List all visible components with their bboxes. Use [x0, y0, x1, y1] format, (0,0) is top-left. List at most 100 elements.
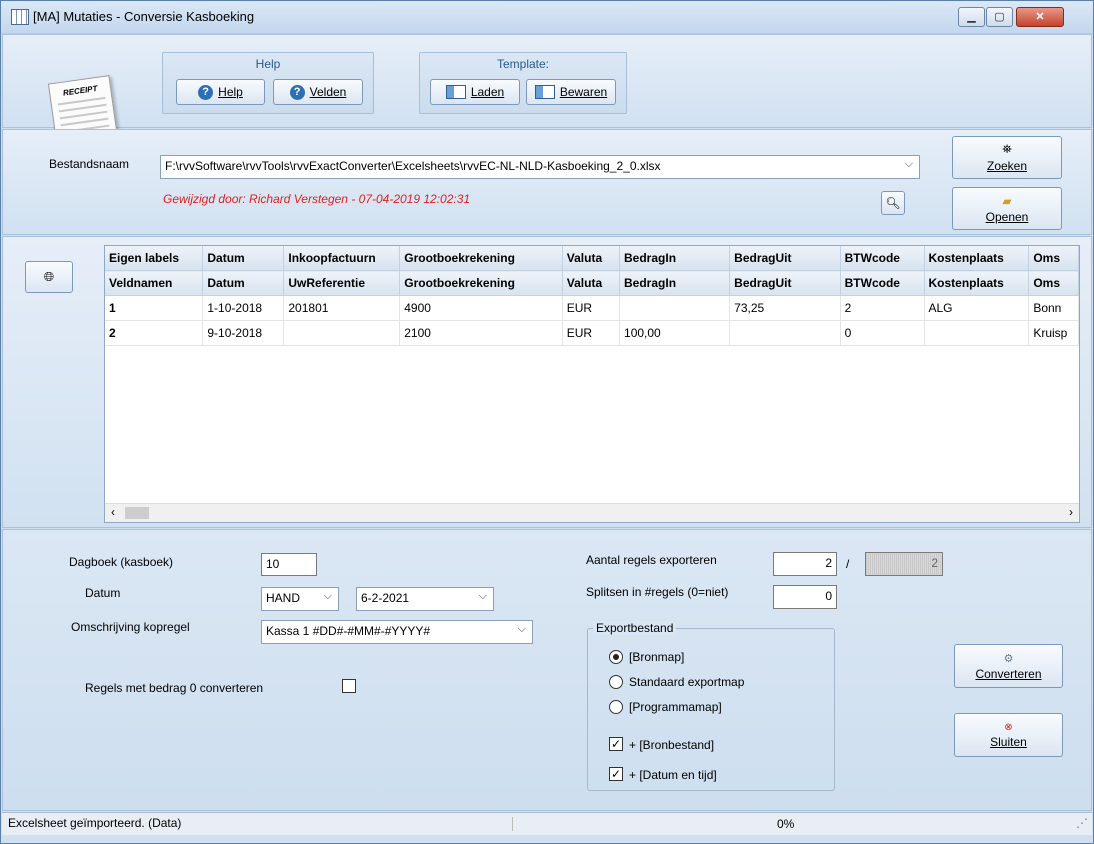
grid-app-icon	[11, 9, 29, 25]
datum-value: 6-2-2021	[361, 591, 410, 605]
grid-cell[interactable]: 201801	[283, 295, 401, 321]
omschrijving-combo[interactable]: Kassa 1 #DD#-#MM#-#YYYY# ⌵	[261, 620, 533, 644]
chevron-down-icon[interactable]: ⌵	[324, 590, 332, 603]
radio-bronmap-label: [Bronmap]	[629, 650, 685, 664]
grid-cell[interactable]: 2	[840, 295, 925, 321]
radio-bronmap[interactable]	[609, 650, 623, 664]
regels-nul-label: Regels met bedrag 0 converteren	[85, 681, 264, 695]
radio-standaard-exportmap[interactable]	[609, 675, 623, 689]
file-path-value: F:\rvvSoftware\rvvTools\rvvExactConverte…	[165, 159, 661, 173]
file-path-combo[interactable]: F:\rvvSoftware\rvvTools\rvvExactConverte…	[160, 155, 920, 179]
dagboek-input[interactable]: 10	[261, 553, 317, 576]
question-icon: ?	[198, 84, 214, 100]
window-title: [MA] Mutaties - Conversie Kasboeking	[33, 9, 255, 24]
minimize-button[interactable]: ▁	[958, 7, 985, 27]
grid-cell[interactable]: 73,25	[729, 295, 841, 321]
labels-toggle-button[interactable]: 🌐︎	[25, 261, 73, 293]
omschrijving-value: Kassa 1 #DD#-#MM#-#YYYY#	[266, 624, 431, 638]
data-grid[interactable]: Eigen labels Datum Inkoopfactuurn Grootb…	[104, 245, 1080, 523]
chevron-right-icon[interactable]: ›	[1069, 505, 1073, 519]
progress-bar: 0%	[512, 817, 1073, 831]
splitsen-input[interactable]: 0	[773, 585, 837, 609]
grid-cell[interactable]: 1-10-2018	[202, 295, 285, 321]
bewaren-button-label: Bewaren	[559, 85, 608, 99]
laden-button-label: Laden	[470, 85, 505, 99]
zoeken-button[interactable]: ⛯ Zoeken	[952, 136, 1062, 179]
grid-header-cell: BedragIn	[619, 270, 731, 296]
template-group: Template: Laden Bewaren	[419, 52, 627, 114]
question-icon: ?	[289, 84, 305, 100]
grid-cell[interactable]: EUR	[562, 320, 621, 346]
regels-nul-checkbox[interactable]	[342, 679, 356, 693]
convert-gear-icon: ⚙	[1003, 652, 1014, 665]
help-button[interactable]: ? Help	[176, 79, 265, 105]
check-bronbestand-label: + [Bronbestand]	[629, 738, 715, 752]
grid-cell[interactable]: 9-10-2018	[202, 320, 285, 346]
grid-cell[interactable]: 2100	[399, 320, 563, 346]
openen-button[interactable]: ▰ Openen	[952, 187, 1062, 230]
converteren-button[interactable]: ⚙ Converteren	[954, 644, 1063, 688]
grid-header-cell: Kostenplaats	[924, 246, 1030, 271]
grid-cell[interactable]	[729, 320, 841, 346]
bewaren-button[interactable]: Bewaren	[526, 79, 616, 105]
close-doc-icon: ⊗	[1004, 721, 1013, 733]
velden-button-label: Velden	[309, 85, 347, 99]
grid-cell[interactable]	[619, 295, 731, 321]
grid-header-cell: BTWcode	[840, 246, 925, 271]
scrollbar-thumb[interactable]	[125, 507, 149, 519]
maximize-button[interactable]: ▢	[986, 7, 1013, 27]
aantal-input[interactable]: 2	[773, 552, 837, 576]
grid-header-cell: Valuta	[562, 246, 621, 271]
horizontal-scrollbar[interactable]: ‹ ›	[105, 503, 1079, 522]
laden-button[interactable]: Laden	[430, 79, 520, 105]
folder-icon: ▰	[1002, 193, 1012, 208]
close-button[interactable]: ✕	[1016, 7, 1064, 27]
help-group-title: Help	[255, 57, 281, 71]
grid-header-cell: Oms	[1028, 246, 1079, 271]
grid-cell[interactable]: 4900	[399, 295, 563, 321]
main-window: [MA] Mutaties - Conversie Kasboeking ▁ ▢…	[0, 0, 1094, 844]
radio-programmamap-label: [Programmamap]	[629, 700, 722, 714]
velden-button[interactable]: ? Velden	[273, 79, 363, 105]
chevron-down-icon[interactable]: ⌵	[518, 623, 526, 636]
grid-header-cell: Kostenplaats	[924, 270, 1030, 296]
datum-mode-select[interactable]: HAND ⌵	[261, 587, 339, 611]
grid-cell[interactable]: 0	[840, 320, 925, 346]
preview-button[interactable]: 🔍︎	[881, 191, 905, 215]
grid-cell[interactable]	[924, 320, 1030, 346]
grid-cell[interactable]: Bonn	[1028, 295, 1079, 321]
grid-cell[interactable]: EUR	[562, 295, 621, 321]
globe-abc-icon: 🌐︎	[43, 269, 55, 284]
chevron-down-icon[interactable]: ⌵	[905, 158, 913, 171]
radio-programmamap[interactable]	[609, 700, 623, 714]
check-bronbestand[interactable]: ✓	[609, 737, 623, 751]
table-row[interactable]: 2 9-10-2018 2100 EUR 100,00 0 Kruisp	[105, 320, 1079, 346]
status-message: Excelsheet geïmporteerd. (Data)	[8, 816, 182, 830]
grid-header-cell: Veldnamen	[105, 270, 204, 296]
table-row[interactable]: 1 1-10-2018 201801 4900 EUR 73,25 2 ALG …	[105, 295, 1079, 321]
binoculars-icon: ⛯	[1002, 142, 1012, 156]
resize-grip-icon[interactable]: ⋰	[1076, 816, 1088, 830]
grid-header-cell: Grootboekrekening	[399, 246, 563, 271]
grid-cell[interactable]: 2	[105, 320, 204, 346]
check-datum-tijd-label: + [Datum en tijd]	[629, 768, 717, 782]
grid-cell[interactable]: Kruisp	[1028, 320, 1079, 346]
template-save-icon	[534, 85, 555, 99]
sluiten-button-label: Sluiten	[990, 734, 1027, 749]
datum-picker[interactable]: 6-2-2021 ⌵	[356, 587, 494, 611]
grid-cell[interactable]: 100,00	[619, 320, 731, 346]
splitsen-label: Splitsen in #regels (0=niet)	[586, 585, 729, 599]
grid-cell[interactable]: 1	[105, 295, 204, 321]
calendar-dropdown-icon[interactable]: ⌵	[479, 590, 487, 603]
grid-cell[interactable]: ALG	[924, 295, 1030, 321]
converteren-button-label: Converteren	[975, 666, 1042, 681]
title-bar[interactable]: [MA] Mutaties - Conversie Kasboeking ▁ ▢…	[1, 1, 1093, 34]
file-panel: Bestandsnaam F:\rvvSoftware\rvvTools\rvv…	[2, 129, 1092, 235]
sluiten-button[interactable]: ⊗ Sluiten	[954, 713, 1063, 757]
grid-header-cell: Oms	[1028, 270, 1079, 296]
check-datum-tijd[interactable]: ✓	[609, 767, 623, 781]
chevron-left-icon[interactable]: ‹	[111, 505, 115, 519]
grid-header-cell: Datum	[202, 270, 285, 296]
grid-cell[interactable]	[283, 320, 401, 346]
aantal-total: 2	[865, 552, 943, 576]
